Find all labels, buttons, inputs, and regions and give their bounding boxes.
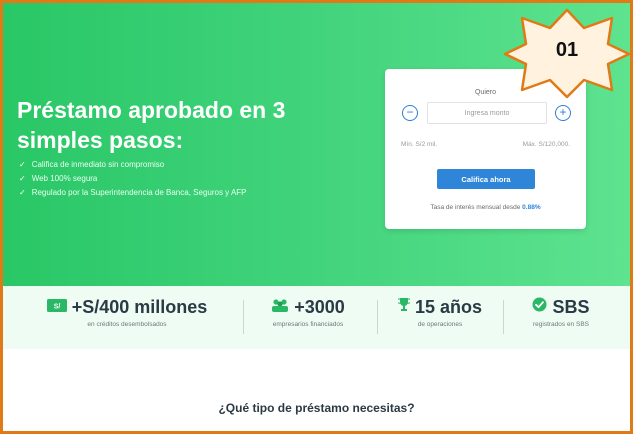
step-number-badge: 01 (502, 6, 630, 101)
stat-value: SBS (552, 297, 590, 317)
stat-item-disbursed: S/ +S/400 millones en créditos desembols… (35, 296, 219, 328)
stat-value: +3000 (294, 297, 345, 317)
benefit-text: Regulado por la Superintendencia de Banc… (31, 188, 247, 197)
check-icon: ✓ (19, 160, 26, 169)
page-frame: Préstamo aprobado en 3 simples pasos: ✓ C… (0, 0, 633, 434)
benefit-list: ✓ Califica de inmediato sin compromiso ✓ W… (19, 158, 247, 200)
badge-number: 01 (555, 39, 579, 61)
interest-rate-note: Tasa de interés mensual desde 0.88% (385, 204, 586, 211)
max-amount-text: Máx. S/120,000. (522, 141, 570, 148)
decrease-amount-button[interactable]: − (402, 105, 418, 121)
benefit-text: Califica de inmediato sin compromiso (31, 160, 165, 169)
svg-text:S/: S/ (53, 304, 60, 311)
hero-title: Préstamo aprobado en 3 simples pasos: (17, 97, 286, 153)
check-badge-icon (532, 295, 547, 317)
interest-rate-value: 0.88% (522, 204, 541, 211)
stats-band: S/ +S/400 millones en créditos desembols… (3, 286, 630, 349)
increase-amount-button[interactable]: + (555, 105, 571, 121)
check-icon: ✓ (19, 188, 26, 197)
stat-item-years: 15 años de operaciones (385, 296, 495, 328)
trophy-icon (396, 295, 412, 317)
stat-divider (377, 300, 378, 334)
stat-divider (243, 300, 244, 334)
stat-label: en créditos desembolsados (87, 321, 167, 329)
benefit-text: Web 100% segura (31, 174, 98, 183)
loan-type-heading: ¿Qué tipo de préstamo necesitas? (218, 401, 415, 415)
people-icon (271, 295, 289, 317)
stat-item-clients: +3000 empresarios financiados (258, 296, 358, 328)
benefit-item: ✓ Regulado por la Superintendencia de Ban… (19, 186, 247, 200)
benefit-item: ✓ Web 100% segura (19, 172, 247, 186)
check-icon: ✓ (19, 174, 26, 183)
interest-rate-text: Tasa de interés mensual desde (430, 204, 521, 211)
stat-item-sbs: SBS registrados en SBS (513, 296, 609, 328)
benefit-item: ✓ Califica de inmediato sin compromiso (19, 158, 247, 172)
stat-value: 15 años (414, 297, 483, 317)
amount-input[interactable] (427, 102, 547, 124)
stat-label: empresarios financiados (272, 321, 344, 329)
stat-label: de operaciones (417, 321, 463, 329)
qualify-now-button[interactable]: Califica ahora (437, 169, 535, 189)
stat-value: +S/400 millones (71, 297, 208, 317)
min-amount-text: Mín. S/2 mil. (401, 141, 438, 148)
stat-label: registrados en SBS (532, 321, 589, 329)
money-icon: S/ (46, 295, 67, 317)
stat-divider (503, 300, 504, 334)
